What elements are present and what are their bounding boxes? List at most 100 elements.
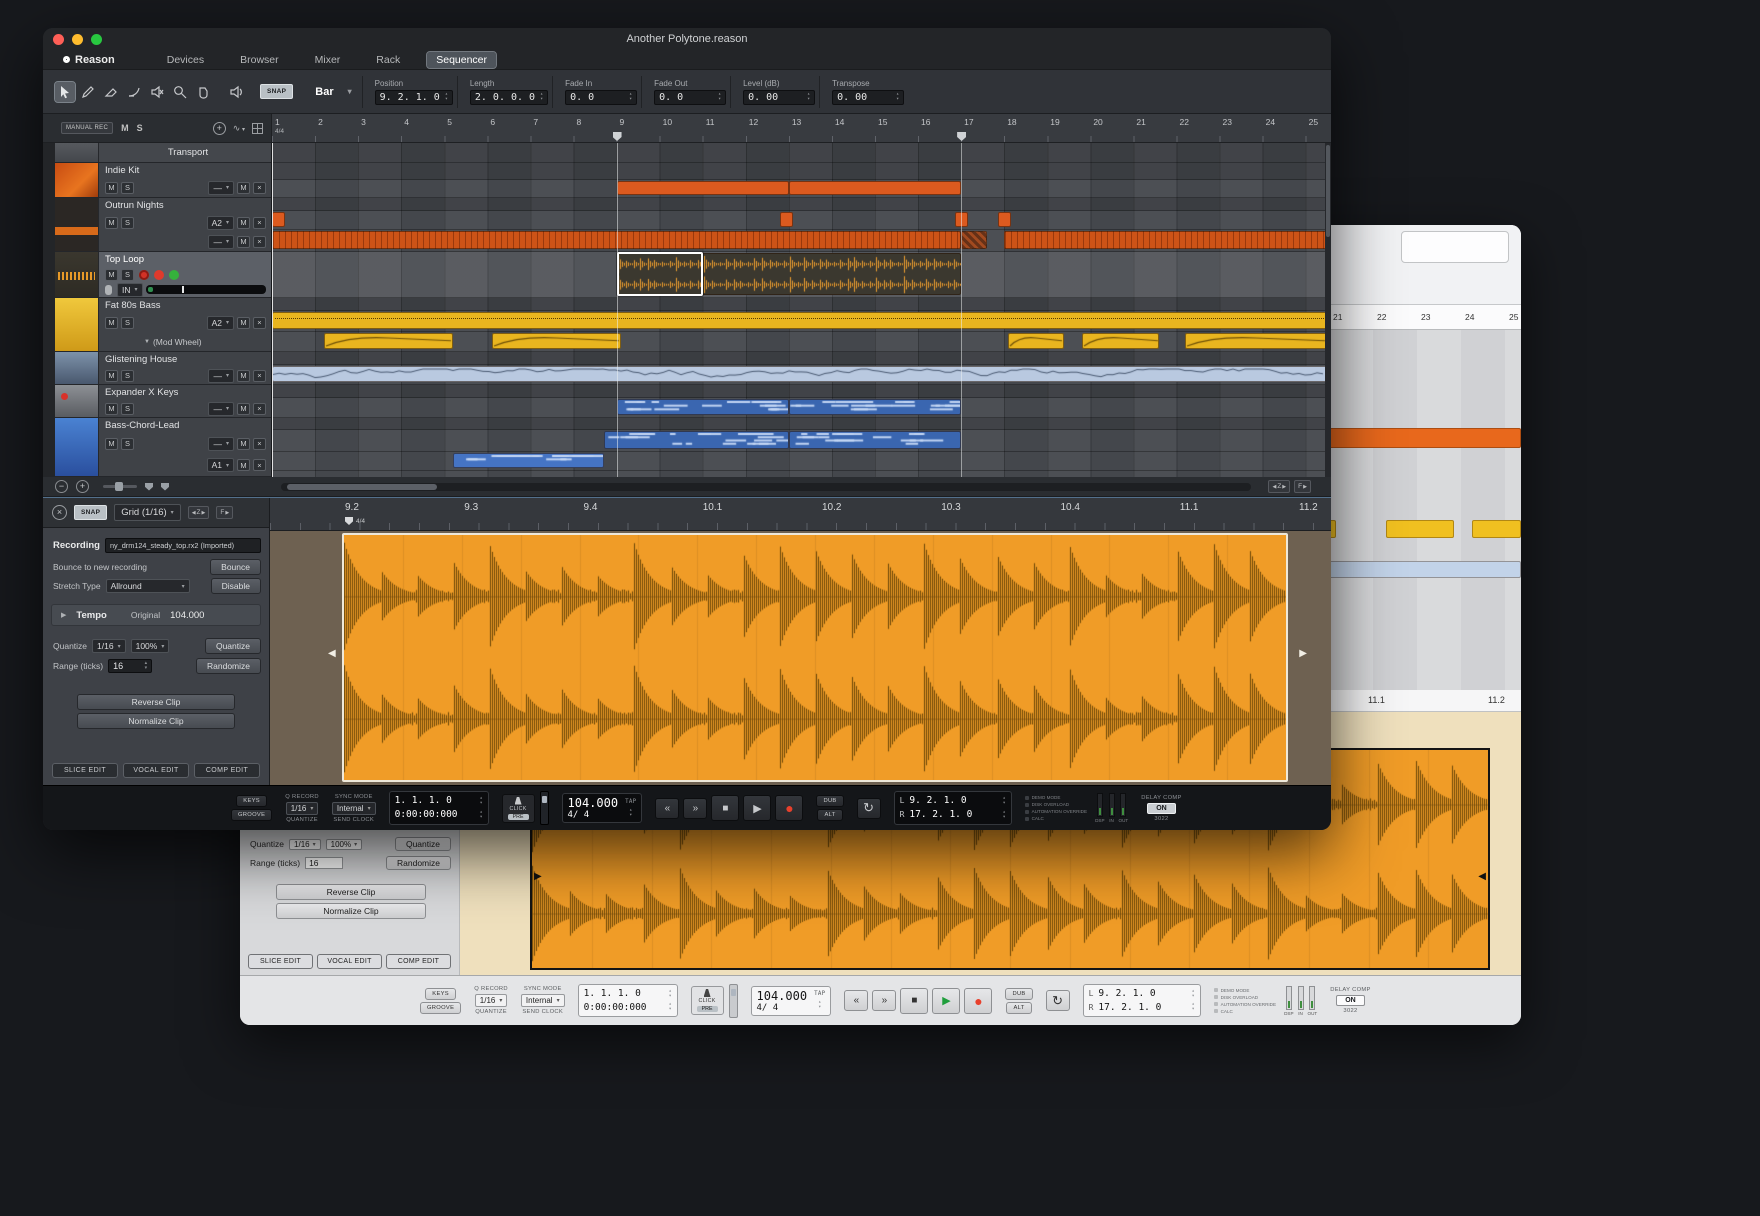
lane-glistening-house[interactable]: [272, 365, 1325, 385]
lane-outrun-2[interactable]: [272, 230, 1325, 252]
master-mute-label[interactable]: M: [121, 123, 129, 133]
clip-left-handle[interactable]: [534, 872, 542, 882]
track-indie-kit[interactable]: Indie Kit M S — M ×: [55, 163, 271, 198]
left-locator-icon[interactable]: [145, 483, 153, 491]
record-button[interactable]: [964, 988, 992, 1014]
magnify-tool[interactable]: [170, 82, 190, 102]
record-button[interactable]: [775, 795, 803, 821]
vertical-scrollbar[interactable]: [1325, 143, 1331, 477]
lane-close-button[interactable]: ×: [253, 370, 266, 382]
range-field[interactable]: 16: [108, 659, 152, 673]
fade-in-value[interactable]: 0. 0: [565, 90, 637, 105]
clip-right-handle[interactable]: [1299, 648, 1307, 659]
delay-comp-on-button[interactable]: ON: [1336, 995, 1365, 1006]
record-quantize-select[interactable]: 1/16: [475, 994, 508, 1007]
clip-outrun1[interactable]: [998, 212, 1011, 227]
lane-mute-button[interactable]: M: [237, 438, 250, 450]
lane-mod-wheel[interactable]: [272, 332, 1325, 352]
clip-fat[interactable]: [272, 312, 1325, 329]
position-value[interactable]: 9. 2. 1. 0: [375, 90, 453, 105]
lane-close-button[interactable]: ×: [253, 182, 266, 194]
speaker-tool[interactable]: [226, 82, 246, 102]
slice-marker-icon[interactable]: [139, 270, 149, 280]
selected-clip[interactable]: [617, 252, 703, 296]
zoom-out-icon[interactable]: [55, 480, 68, 493]
transpose-value[interactable]: 0. 00: [832, 90, 904, 105]
master-solo-label[interactable]: S: [137, 123, 143, 133]
clip-expander[interactable]: [617, 399, 789, 415]
lane-selector[interactable]: —: [208, 181, 234, 195]
editor-ruler[interactable]: 4/4 9.29.39.410.110.210.310.411.111.2: [270, 498, 1331, 531]
stepper-icon[interactable]: [145, 661, 148, 671]
input-selector[interactable]: IN: [117, 283, 143, 297]
solo-button[interactable]: S: [121, 403, 134, 415]
normalize-clip-button[interactable]: Normalize Clip: [77, 713, 235, 729]
lane-bass-chord-lead[interactable]: [272, 430, 1325, 452]
stepper-icon[interactable]: [807, 92, 810, 102]
record-quantize-select[interactable]: 1/16: [286, 802, 319, 815]
lane-outrun-1[interactable]: [272, 211, 1325, 230]
loop-locators-display[interactable]: L9. 2. 1. 0 R17. 2. 1. 0: [894, 791, 1012, 825]
manual-rec-button[interactable]: MANUAL REC: [61, 122, 113, 134]
clip-outrun1[interactable]: [272, 212, 285, 227]
track-glistening-house[interactable]: Glistening House M S — M ×: [55, 352, 271, 385]
nav-sequencer[interactable]: Sequencer: [427, 52, 496, 68]
back-clip-orange[interactable]: [1329, 428, 1521, 448]
stepper-icon[interactable]: [445, 92, 448, 102]
lane-mute-button[interactable]: M: [237, 217, 250, 229]
stop-button[interactable]: [711, 795, 739, 821]
track-outrun-nights[interactable]: Outrun Nights M S A2 M × — M ×: [55, 198, 271, 252]
clip-bcl1[interactable]: [604, 431, 789, 449]
editor-zoom-fit-button[interactable]: F: [216, 506, 233, 519]
sync-mode-select[interactable]: Internal: [521, 994, 565, 1007]
delay-comp-on-button[interactable]: ON: [1147, 803, 1176, 814]
stepper-icon[interactable]: [977, 810, 1005, 820]
track-top-loop[interactable]: Top Loop M S IN: [55, 252, 271, 298]
stepper-icon[interactable]: [646, 989, 672, 999]
rewind-button[interactable]: [655, 798, 679, 819]
solo-button[interactable]: S: [121, 269, 134, 281]
click-button[interactable]: CLICK PRE: [502, 794, 535, 823]
nav-devices[interactable]: Devices: [158, 52, 213, 68]
track-expander-x-keys[interactable]: Expander X Keys M S — M ×: [55, 385, 271, 418]
stepper-icon[interactable]: [463, 810, 483, 820]
back-arrangement[interactable]: [1329, 330, 1521, 690]
quantize-grid-select[interactable]: 1/16: [92, 639, 126, 653]
record-arm-icon[interactable]: [154, 270, 164, 280]
reverse-clip-button[interactable]: Reverse Clip: [276, 884, 426, 900]
locator-flag-icon[interactable]: [613, 132, 622, 141]
stepper-icon[interactable]: [629, 92, 632, 102]
zoom-fit-button[interactable]: F: [1294, 480, 1311, 493]
range-field[interactable]: 16: [305, 857, 343, 869]
zoom-in-icon[interactable]: [76, 480, 89, 493]
solo-button[interactable]: S: [121, 317, 134, 329]
back-bar-ruler[interactable]: 2122232425: [1329, 305, 1521, 330]
alt-button[interactable]: ALT: [817, 809, 842, 821]
loop-locators-display[interactable]: L9. 2. 1. 0 R17. 2. 1. 0: [1083, 984, 1201, 1018]
clip-mod[interactable]: [1008, 333, 1064, 349]
stepper-icon[interactable]: [629, 808, 632, 818]
clip-indie[interactable]: [789, 181, 961, 195]
play-button[interactable]: [932, 988, 960, 1014]
song-position-display[interactable]: 1. 1. 1. 0 0:00:00:000: [389, 791, 489, 825]
keys-button[interactable]: KEYS: [425, 988, 456, 1000]
lane-selector[interactable]: A2: [207, 216, 234, 230]
mute-tool[interactable]: [147, 82, 167, 102]
pencil-tool[interactable]: [78, 82, 98, 102]
clip-indie[interactable]: [617, 181, 789, 195]
add-track-icon[interactable]: [213, 122, 226, 135]
zoom-slider[interactable]: [103, 485, 137, 488]
back-clip-blue[interactable]: [1329, 561, 1521, 578]
tempo-display[interactable]: 104.000 4/ 4 TAP: [751, 986, 832, 1016]
lane-selector[interactable]: —: [208, 437, 234, 451]
loop-locator-line[interactable]: [617, 143, 618, 477]
editor-zoom-selection-button[interactable]: Z: [188, 506, 210, 519]
lane-mute-button[interactable]: M: [237, 317, 250, 329]
snap-button[interactable]: SNAP: [260, 84, 293, 99]
nav-mixer[interactable]: Mixer: [306, 52, 350, 68]
mute-button[interactable]: M: [105, 269, 118, 281]
stepper-icon[interactable]: [1166, 1002, 1194, 1012]
click-level-slider[interactable]: [540, 791, 549, 825]
stepper-icon[interactable]: [818, 1000, 821, 1010]
playhead-line[interactable]: [272, 143, 273, 477]
